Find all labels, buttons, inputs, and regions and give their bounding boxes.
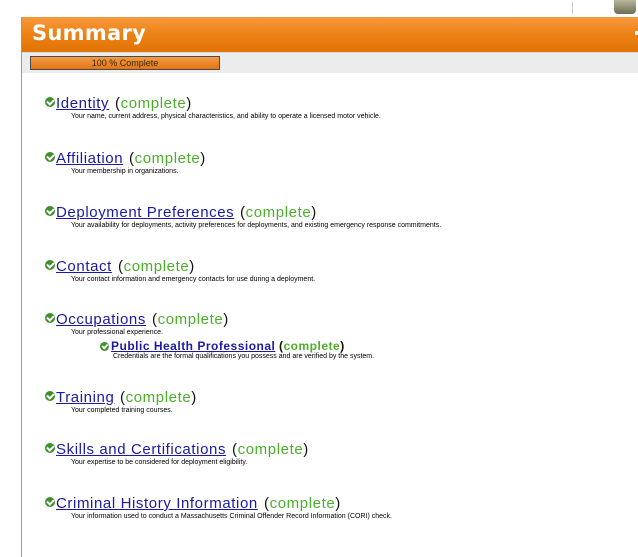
section-status: (complete) (232, 441, 309, 458)
section-affiliation: Affiliation (complete) Your membership i… (45, 150, 632, 175)
summary-panel: Summary 100 % Complete Identity (complet… (21, 17, 638, 557)
section-occupations: Occupations (complete) Your professional… (45, 311, 632, 360)
check-icon (45, 443, 55, 453)
section-link-skills-and-certifications[interactable]: Skills and Certifications (56, 441, 226, 459)
corner-icon[interactable] (614, 0, 636, 14)
section-link-deployment-preferences[interactable]: Deployment Preferences (56, 204, 234, 222)
check-icon (100, 342, 109, 351)
section-status: (complete) (129, 150, 206, 167)
section-link-occupations[interactable]: Occupations (56, 311, 146, 329)
progress-bar-row: 100 % Complete (22, 52, 638, 73)
section-description: Your professional experience. (71, 329, 163, 336)
section-description: Your completed training courses. (71, 407, 173, 414)
section-status: (complete) (120, 389, 197, 406)
section-link-contact[interactable]: Contact (56, 258, 112, 276)
section-description: Your membership in organizations. (71, 168, 179, 175)
check-icon (45, 260, 55, 270)
top-strip (0, 0, 638, 17)
section-description: Your expertise to be considered for depl… (71, 459, 248, 466)
section-status: (complete) (115, 95, 192, 112)
section-description: Your information used to conduct a Massa… (71, 513, 392, 520)
section-contact: Contact (complete) Your contact informat… (45, 258, 632, 283)
check-icon (45, 313, 55, 323)
section-status: (complete) (152, 311, 229, 328)
section-description: Your contact information and emergency c… (71, 276, 316, 283)
section-description: Your availability for deployments, activ… (71, 222, 442, 229)
section-status: (complete) (240, 204, 317, 221)
section-description: Your name, current address, physical cha… (71, 113, 381, 120)
check-icon (45, 391, 55, 401)
section-criminal-history-information: Criminal History Information (complete) … (45, 495, 632, 520)
section-skills-and-certifications: Skills and Certifications (complete) You… (45, 441, 632, 466)
section-status: (complete) (118, 258, 195, 275)
section-link-criminal-history-information[interactable]: Criminal History Information (56, 495, 258, 513)
check-icon (45, 152, 55, 162)
section-identity: Identity (complete) Your name, current a… (45, 95, 632, 120)
page-title: Summary (32, 21, 147, 45)
section-deployment-preferences: Deployment Preferences (complete) Your a… (45, 204, 632, 229)
section-link-affiliation[interactable]: Affiliation (56, 150, 123, 168)
progress-label: 100 % Complete (91, 58, 159, 68)
summary-header: Summary (22, 17, 638, 52)
section-link-training[interactable]: Training (56, 389, 114, 407)
check-icon (45, 97, 55, 107)
check-icon (45, 206, 55, 216)
section-status: (complete) (264, 495, 341, 512)
check-icon (45, 497, 55, 507)
toolbar-divider (572, 2, 573, 14)
subsection-status-word: complete (283, 339, 341, 353)
progress-bar: 100 % Complete (30, 56, 220, 70)
section-training: Training (complete) Your completed train… (45, 389, 632, 414)
section-link-identity[interactable]: Identity (56, 95, 109, 113)
subsection-status: (complete) (279, 339, 345, 353)
